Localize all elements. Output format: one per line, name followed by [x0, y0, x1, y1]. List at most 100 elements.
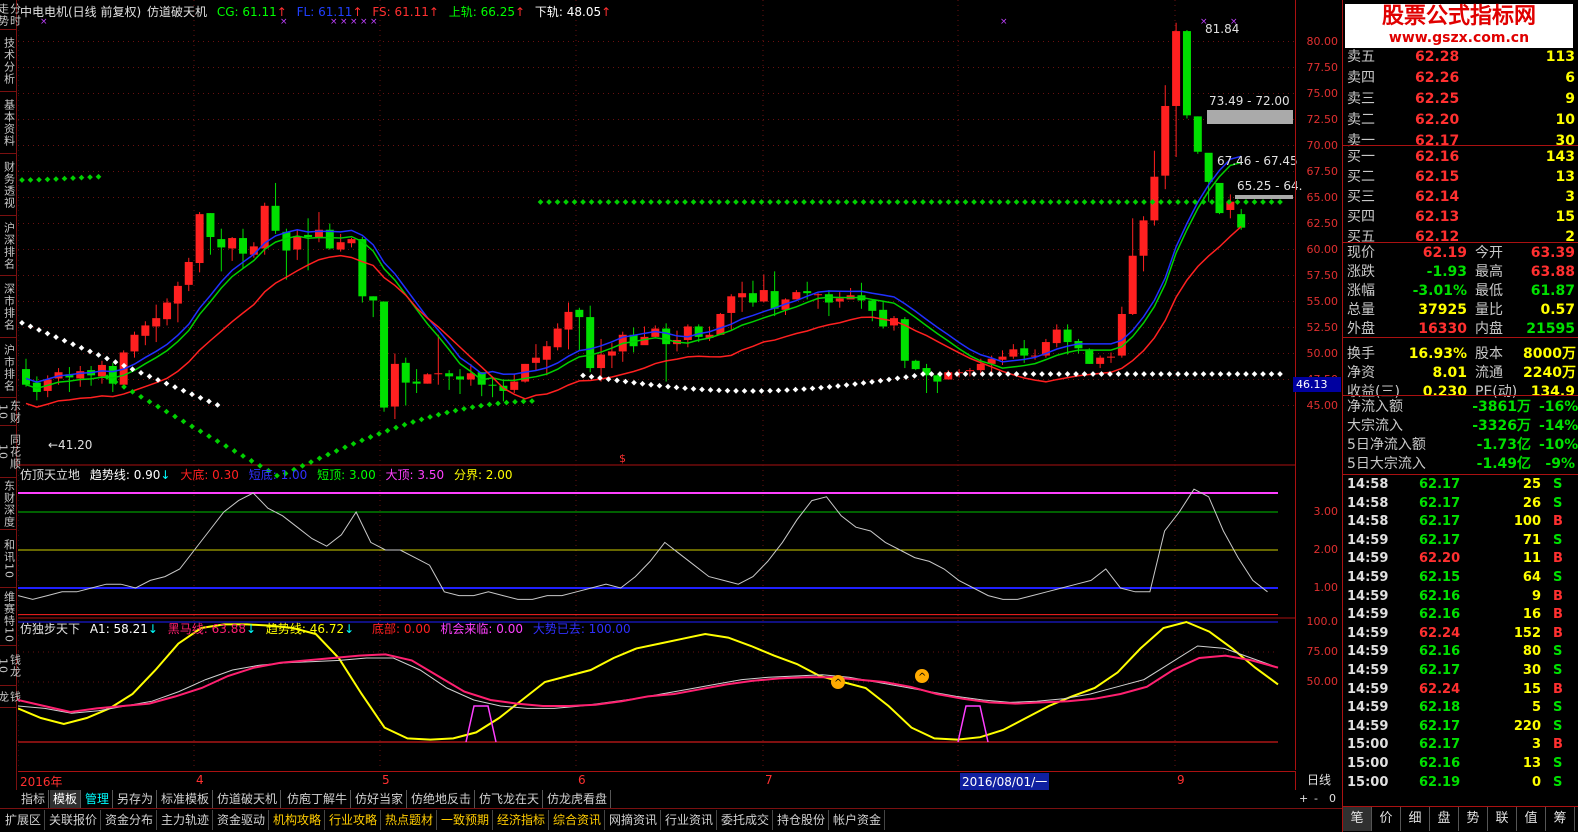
orderbook-row-8[interactable]: 买四 62.13 15: [1343, 208, 1578, 226]
right-tab-4[interactable]: 势: [1459, 807, 1488, 831]
function-tab-4[interactable]: 资金驱动: [214, 810, 270, 830]
nav-item-4[interactable]: 沪深排名: [0, 216, 17, 276]
right-tab-2[interactable]: 细: [1401, 807, 1430, 831]
stats-divider-2: [1343, 337, 1578, 338]
tick-v: 0: [1531, 774, 1541, 790]
candle-body: [792, 292, 801, 300]
nav-item-5[interactable]: 深市排名: [0, 276, 17, 338]
function-tab-14[interactable]: 持仓股份: [774, 810, 830, 830]
template-tab-7[interactable]: 仿好当家: [352, 790, 408, 808]
period-label[interactable]: 日线: [1295, 771, 1342, 790]
nav-item-1[interactable]: 技术分析: [0, 30, 17, 92]
ob-price: 62.15: [1415, 169, 1460, 185]
template-tab-3[interactable]: 另存为: [114, 790, 158, 808]
right-tab-3[interactable]: 盘: [1430, 807, 1459, 831]
template-tab-6[interactable]: 仿庖丁解牛: [284, 790, 352, 808]
zoom-out-button[interactable]: -: [1314, 792, 1318, 805]
template-tab-10[interactable]: 仿龙虎看盘: [544, 790, 612, 808]
nav-item-0[interactable]: 分时走势: [0, 0, 22, 30]
template-tab-5[interactable]: 仿道破天机: [214, 790, 282, 808]
nav-item-3[interactable]: 财务透视: [0, 154, 17, 216]
candle-body: [412, 381, 421, 384]
ind2-header: 仿独步天下 A1: 58.21↓ 黑马线: 63.88↓ 趋势线: 46.72↓…: [20, 622, 631, 636]
nav-item-8[interactable]: 同花顺10: [0, 426, 22, 478]
orderbook-row-7[interactable]: 买三 62.14 3: [1343, 188, 1578, 206]
tick-row-15: 15:00 62.16 13 S: [1343, 755, 1578, 773]
function-tab-5[interactable]: 机构攻略: [270, 810, 326, 830]
tick-row-6: 14:59 62.16 9 B: [1343, 588, 1578, 606]
tick-t: 14:59: [1347, 551, 1389, 567]
nav-item-9[interactable]: 东财深度: [0, 478, 17, 530]
tick-v: 3: [1531, 737, 1541, 753]
function-tab-9[interactable]: 经济指标: [494, 810, 550, 830]
price-tick: 67.50: [1306, 164, 1339, 178]
orderbook-row-3[interactable]: 卖二 62.20 10: [1343, 111, 1578, 129]
stat-v1: -3.01%: [1412, 283, 1467, 299]
price-tick: 50.00: [1306, 346, 1339, 360]
nav-item-12[interactable]: 钱龙10: [0, 646, 22, 686]
candles: [22, 22, 1246, 420]
nav-item-13[interactable]: 钱龙: [0, 686, 22, 708]
zoom-in-button[interactable]: +: [1299, 792, 1308, 805]
time-label: 2016/08/01/一: [960, 773, 1050, 790]
right-tab-1[interactable]: 价: [1372, 807, 1401, 831]
function-tab-8[interactable]: 一致预期: [438, 810, 494, 830]
tick-t: 14:59: [1347, 588, 1389, 604]
tick-t: 14:58: [1347, 477, 1389, 492]
candle-body: [163, 302, 172, 320]
candle-body: [662, 328, 671, 345]
tick-t: 14:58: [1347, 514, 1389, 530]
tick-row-9: 14:59 62.16 80 S: [1343, 643, 1578, 661]
candle-body: [748, 293, 757, 303]
template-tab-9[interactable]: 仿飞龙在天: [476, 790, 544, 808]
function-tab-2[interactable]: 资金分布: [102, 810, 158, 830]
tick-v: 25: [1522, 477, 1541, 492]
tick-t: 14:59: [1347, 681, 1389, 697]
function-tab-7[interactable]: 热点题材: [382, 810, 438, 830]
nav-item-11[interactable]: 维赛特10: [0, 588, 17, 646]
template-tab-8[interactable]: 仿绝地反击: [408, 790, 476, 808]
function-tab-13[interactable]: 委托成交: [718, 810, 774, 830]
orderbook-row-6[interactable]: 买二 62.15 13: [1343, 168, 1578, 186]
function-tab-3[interactable]: 主力轨迹: [158, 810, 214, 830]
template-tab-4[interactable]: 标准模板: [158, 790, 214, 808]
nav-item-10[interactable]: 和讯10: [0, 530, 17, 588]
fl-value: FL: 61.11: [296, 5, 353, 19]
right-tab-5[interactable]: 联: [1488, 807, 1517, 831]
function-tab-1[interactable]: 关联报价: [46, 810, 102, 830]
template-tabbar: 指标 模板 管理 另存为 标准模板 仿道破天机 仿庖丁解牛 仿好当家 仿绝地反击 仿飞龙在天 仿龙虎…: [18, 790, 1295, 808]
candle-body: [195, 214, 204, 264]
right-tab-7[interactable]: 筹: [1546, 807, 1575, 831]
template-tab-1[interactable]: 模板: [50, 790, 82, 808]
flow-row-3: 5日大宗流入 -1.49亿 -9%: [1343, 455, 1578, 473]
nav-item-7[interactable]: 东财10: [0, 398, 22, 426]
orderbook-row-0[interactable]: 卖五 62.28 113: [1343, 48, 1578, 66]
zoom-reset-button[interactable]: 0: [1329, 792, 1336, 805]
function-tab-0[interactable]: 扩展区: [2, 810, 46, 830]
right-tab-0[interactable]: 笔: [1343, 807, 1372, 831]
stock-title: 中电电机(日线 前复权): [20, 5, 142, 19]
orderbook-row-2[interactable]: 卖三 62.25 9: [1343, 90, 1578, 108]
orderbook-row-5[interactable]: 买一 62.16 143: [1343, 148, 1578, 166]
template-tab-0[interactable]: 指标: [18, 790, 50, 808]
nav-item-6[interactable]: 沪市排名: [0, 338, 17, 398]
ind2-a1: A1: 58.21: [89, 622, 148, 636]
template-tab-2[interactable]: 管理: [82, 790, 114, 808]
ind2-a1-line: [17, 645, 1279, 714]
tick-t: 14:59: [1347, 700, 1389, 716]
kline-chart[interactable]: × × × × × × × × × ×^^: [17, 0, 1295, 821]
function-tab-11[interactable]: 网摘资讯: [606, 810, 662, 830]
nav-item-2[interactable]: 基本资料: [0, 92, 17, 154]
tick-p: 62.18: [1419, 700, 1461, 716]
logo-line2: www.gszx.com.cn: [1388, 30, 1530, 46]
function-tab-10[interactable]: 综合资讯: [550, 810, 606, 830]
right-tab-6[interactable]: 值: [1517, 807, 1546, 831]
chart-area[interactable]: × × × × × × × × × × ^ ^: [17, 0, 1295, 821]
stat-k1: 净资: [1347, 365, 1375, 381]
stat-row-3: 总量 37925 量比 0.57: [1343, 301, 1578, 319]
function-tab-15[interactable]: 帐户资金: [830, 810, 886, 830]
orderbook-row-1[interactable]: 卖四 62.26 6: [1343, 69, 1578, 87]
function-tab-12[interactable]: 行业资讯: [662, 810, 718, 830]
function-tab-6[interactable]: 行业攻略: [326, 810, 382, 830]
candle-body: [1096, 357, 1105, 364]
